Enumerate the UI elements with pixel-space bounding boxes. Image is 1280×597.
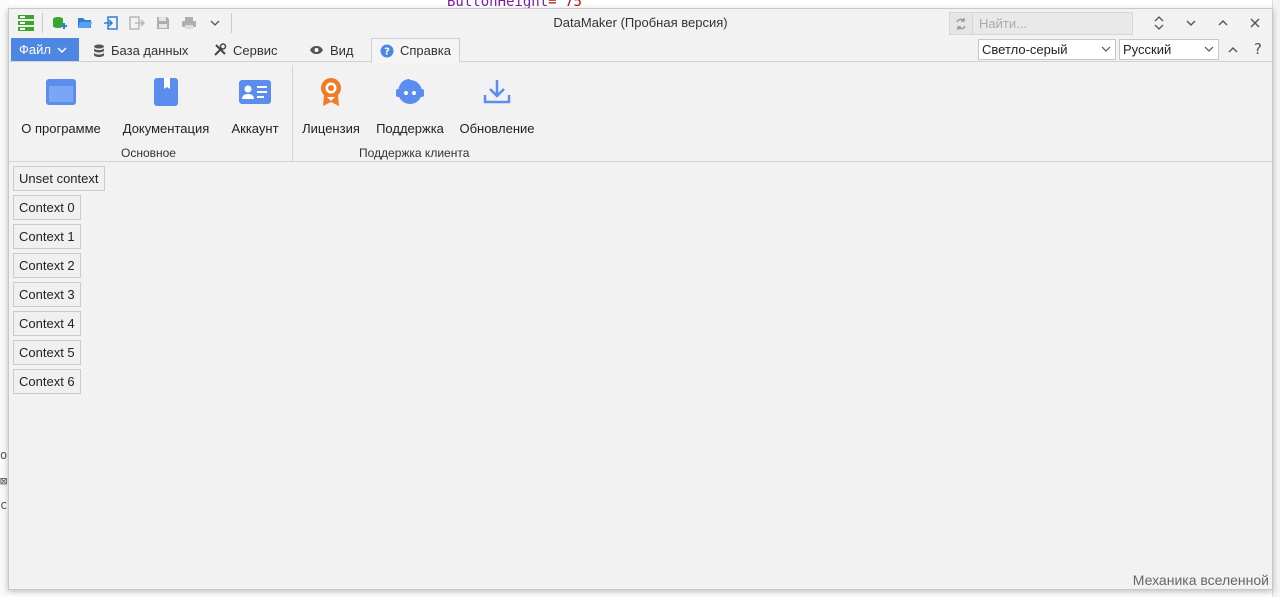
download-icon xyxy=(477,73,517,111)
chevron-down-icon xyxy=(1101,46,1111,52)
support-button[interactable]: Поддержка xyxy=(375,73,445,136)
update-button-label: Обновление xyxy=(459,121,535,136)
svg-text:?: ? xyxy=(384,46,390,57)
unset-context-button[interactable]: Unset context xyxy=(13,166,105,191)
license-button-label: Лицензия xyxy=(302,121,360,136)
print-icon[interactable] xyxy=(176,10,202,36)
toolbar-separator xyxy=(231,13,232,33)
about-button[interactable]: О программе xyxy=(19,73,103,136)
id-card-icon xyxy=(235,73,275,111)
app-window: DataMaker (Пробная версия) Файл База д xyxy=(8,8,1273,590)
tab-file-label: Файл xyxy=(19,42,51,57)
chevron-up-icon[interactable] xyxy=(1221,39,1245,61)
window-icon xyxy=(41,73,81,111)
context-4-button[interactable]: Context 4 xyxy=(13,311,81,336)
chevron-down-icon xyxy=(57,46,67,53)
help-circle-icon: ? xyxy=(380,44,394,57)
context-6-button[interactable]: Context 6 xyxy=(13,369,81,394)
tab-database-label: База данных xyxy=(111,42,189,58)
tab-help-label: Справка xyxy=(400,43,451,58)
context-1-button[interactable]: Context 1 xyxy=(13,224,81,249)
status-text: Механика вселенной xyxy=(1132,572,1269,588)
chevron-down-icon xyxy=(1204,46,1214,52)
more-icon[interactable] xyxy=(202,10,228,36)
close-icon[interactable] xyxy=(1243,12,1267,34)
language-select-value: Русский xyxy=(1123,42,1172,57)
minimize-icon[interactable] xyxy=(1179,12,1203,34)
export-icon[interactable] xyxy=(124,10,150,36)
help-icon[interactable]: ? xyxy=(1246,38,1270,60)
license-badge-icon xyxy=(311,73,351,111)
tab-database[interactable]: База данных xyxy=(85,38,196,62)
context-2-button[interactable]: Context 2 xyxy=(13,253,81,278)
context-5-button[interactable]: Context 5 xyxy=(13,340,81,365)
tools-icon xyxy=(214,43,227,56)
theme-select[interactable]: Светло-серый xyxy=(978,39,1116,60)
search-box xyxy=(949,12,1139,35)
about-button-label: О программе xyxy=(21,121,101,136)
background-text-fragment: ⊠ xyxy=(0,474,8,488)
save-icon[interactable] xyxy=(150,10,176,36)
language-select[interactable]: Русский xyxy=(1119,39,1219,60)
group-label-main: Основное xyxy=(121,146,176,160)
eye-icon xyxy=(310,46,323,54)
background-editor-scrollbar xyxy=(1272,0,1280,597)
tab-help[interactable]: ? Справка xyxy=(371,38,460,63)
search-icon[interactable] xyxy=(949,12,973,35)
ribbon-panel: О программе Документация Аккаунт Основно… xyxy=(9,63,1272,162)
open-folder-icon[interactable] xyxy=(72,10,98,36)
database-grid-icon[interactable] xyxy=(13,10,39,36)
documentation-button[interactable]: Документация xyxy=(122,73,210,136)
account-button-label: Аккаунт xyxy=(231,121,279,136)
support-button-label: Поддержка xyxy=(376,121,444,136)
tab-view[interactable]: Вид xyxy=(301,38,362,62)
import-icon[interactable] xyxy=(98,10,124,36)
context-0-button[interactable]: Context 0 xyxy=(13,195,81,220)
database-icon xyxy=(94,44,104,57)
license-button[interactable]: Лицензия xyxy=(301,73,361,136)
context-3-button[interactable]: Context 3 xyxy=(13,282,81,307)
toolbar-separator xyxy=(42,13,43,33)
add-database-icon[interactable] xyxy=(46,10,72,36)
tab-file[interactable]: Файл xyxy=(11,38,79,61)
collapse-ribbon-icon[interactable] xyxy=(1147,12,1171,34)
tab-service[interactable]: Сервис xyxy=(205,38,286,62)
account-button[interactable]: Аккаунт xyxy=(229,73,281,136)
group-label-customer-support: Поддержка клиента xyxy=(359,146,470,160)
update-button[interactable]: Обновление xyxy=(459,73,535,136)
search-input[interactable] xyxy=(973,12,1133,35)
maximize-icon[interactable] xyxy=(1211,12,1235,34)
group-divider xyxy=(292,65,293,161)
book-icon xyxy=(146,73,186,111)
ribbon-tab-row: Файл База данных Сервис Вид ? Справка Св… xyxy=(9,37,1272,63)
support-face-icon xyxy=(390,73,430,111)
quick-access-toolbar xyxy=(9,9,235,37)
tab-service-label: Сервис xyxy=(233,42,278,58)
documentation-button-label: Документация xyxy=(122,121,210,136)
tab-view-label: Вид xyxy=(330,42,354,58)
title-bar: DataMaker (Пробная версия) xyxy=(9,9,1272,37)
theme-select-value: Светло-серый xyxy=(982,42,1068,57)
